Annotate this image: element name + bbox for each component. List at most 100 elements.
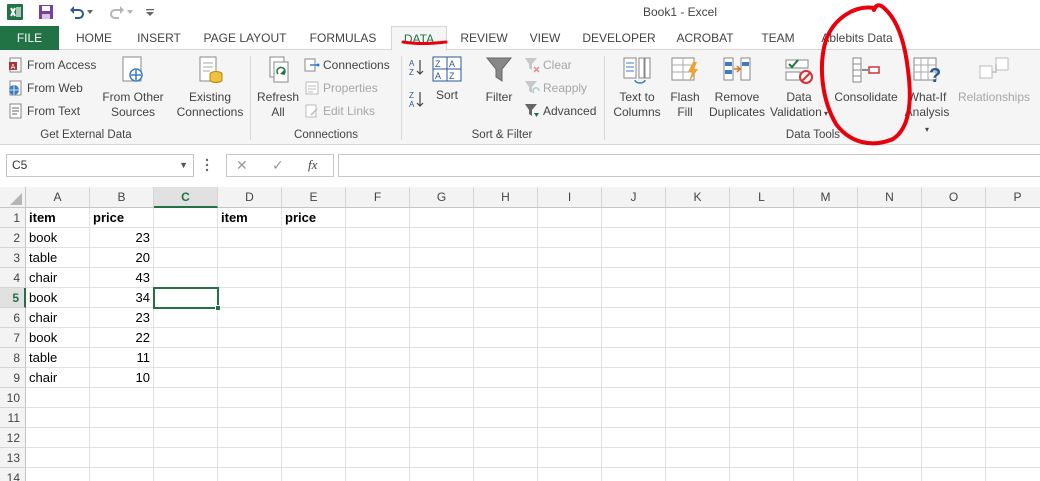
cell-a13[interactable] (26, 448, 90, 468)
cell-f7[interactable] (346, 328, 410, 348)
cell-m10[interactable] (794, 388, 858, 408)
row-header-13[interactable]: 13 (0, 448, 26, 468)
cell-d14[interactable] (218, 468, 282, 481)
cell-j2[interactable] (602, 228, 666, 248)
cell-b14[interactable] (90, 468, 154, 481)
column-header-j[interactable]: J (602, 187, 666, 208)
cell-g5[interactable] (410, 288, 474, 308)
cell-h10[interactable] (474, 388, 538, 408)
row-header-4[interactable]: 4 (0, 268, 26, 288)
cell-b8[interactable]: 11 (90, 348, 154, 368)
cell-m1[interactable] (794, 208, 858, 228)
column-header-i[interactable]: I (538, 187, 602, 208)
cell-g14[interactable] (410, 468, 474, 481)
cell-a8[interactable]: table (26, 348, 90, 368)
row-header-6[interactable]: 6 (0, 308, 26, 328)
row-header-11[interactable]: 11 (0, 408, 26, 428)
sort-button[interactable]: Sort (428, 88, 466, 103)
column-header-m[interactable]: M (794, 187, 858, 208)
cell-k1[interactable] (666, 208, 730, 228)
redo-dropdown-icon[interactable] (125, 3, 135, 21)
row-header-3[interactable]: 3 (0, 248, 26, 268)
cell-d13[interactable] (218, 448, 282, 468)
cell-l5[interactable] (730, 288, 794, 308)
cell-o10[interactable] (922, 388, 986, 408)
cell-j9[interactable] (602, 368, 666, 388)
cell-c13[interactable] (154, 448, 218, 468)
refresh-all-button[interactable]: Refresh All (254, 54, 302, 120)
cell-b5[interactable]: 34 (90, 288, 154, 308)
cell-p1[interactable] (986, 208, 1040, 228)
cell-j4[interactable] (602, 268, 666, 288)
cell-f5[interactable] (346, 288, 410, 308)
cell-m14[interactable] (794, 468, 858, 481)
from-web-button[interactable]: From Web (8, 77, 83, 99)
cell-g13[interactable] (410, 448, 474, 468)
cell-e7[interactable] (282, 328, 346, 348)
cell-i6[interactable] (538, 308, 602, 328)
cell-a7[interactable]: book (26, 328, 90, 348)
cell-m4[interactable] (794, 268, 858, 288)
tab-home[interactable]: HOME (66, 26, 122, 50)
cell-n3[interactable] (858, 248, 922, 268)
cell-f2[interactable] (346, 228, 410, 248)
cell-n1[interactable] (858, 208, 922, 228)
cell-f4[interactable] (346, 268, 410, 288)
cell-k13[interactable] (666, 448, 730, 468)
cell-i3[interactable] (538, 248, 602, 268)
cell-f11[interactable] (346, 408, 410, 428)
cell-m5[interactable] (794, 288, 858, 308)
cell-f10[interactable] (346, 388, 410, 408)
cell-f14[interactable] (346, 468, 410, 481)
cell-c6[interactable] (154, 308, 218, 328)
cell-b10[interactable] (90, 388, 154, 408)
cell-n10[interactable] (858, 388, 922, 408)
from-other-sources-button[interactable]: From Other Sources (98, 54, 168, 120)
cell-m6[interactable] (794, 308, 858, 328)
cell-p4[interactable] (986, 268, 1040, 288)
cell-c4[interactable] (154, 268, 218, 288)
cell-b7[interactable]: 22 (90, 328, 154, 348)
cell-c1[interactable] (154, 208, 218, 228)
column-header-k[interactable]: K (666, 187, 730, 208)
cell-g8[interactable] (410, 348, 474, 368)
cell-e10[interactable] (282, 388, 346, 408)
cell-j10[interactable] (602, 388, 666, 408)
relationships-button[interactable]: Relationships (954, 54, 1034, 105)
cell-k9[interactable] (666, 368, 730, 388)
cell-i2[interactable] (538, 228, 602, 248)
data-validation-button[interactable]: Data Validation ▾ (768, 54, 830, 121)
cell-h2[interactable] (474, 228, 538, 248)
cell-e3[interactable] (282, 248, 346, 268)
filter-button[interactable]: Filter (478, 54, 520, 105)
cell-j1[interactable] (602, 208, 666, 228)
cell-h7[interactable] (474, 328, 538, 348)
cell-g10[interactable] (410, 388, 474, 408)
undo-icon[interactable] (68, 3, 86, 21)
tab-file[interactable]: FILE (0, 26, 59, 50)
cell-k11[interactable] (666, 408, 730, 428)
cell-d9[interactable] (218, 368, 282, 388)
cell-p3[interactable] (986, 248, 1040, 268)
save-icon[interactable] (37, 3, 55, 21)
cell-c14[interactable] (154, 468, 218, 481)
cell-l13[interactable] (730, 448, 794, 468)
cell-d11[interactable] (218, 408, 282, 428)
cell-l9[interactable] (730, 368, 794, 388)
cell-a6[interactable]: chair (26, 308, 90, 328)
cell-i5[interactable] (538, 288, 602, 308)
cell-e14[interactable] (282, 468, 346, 481)
cell-o1[interactable] (922, 208, 986, 228)
flash-fill-button[interactable]: Flash Fill (666, 54, 704, 120)
cell-d2[interactable] (218, 228, 282, 248)
cell-f13[interactable] (346, 448, 410, 468)
cell-h4[interactable] (474, 268, 538, 288)
cell-c3[interactable] (154, 248, 218, 268)
cell-m2[interactable] (794, 228, 858, 248)
cell-f6[interactable] (346, 308, 410, 328)
name-box-dropdown-icon[interactable]: ▼ (179, 155, 188, 176)
cell-b13[interactable] (90, 448, 154, 468)
cell-m12[interactable] (794, 428, 858, 448)
cell-i13[interactable] (538, 448, 602, 468)
column-header-l[interactable]: L (730, 187, 794, 208)
